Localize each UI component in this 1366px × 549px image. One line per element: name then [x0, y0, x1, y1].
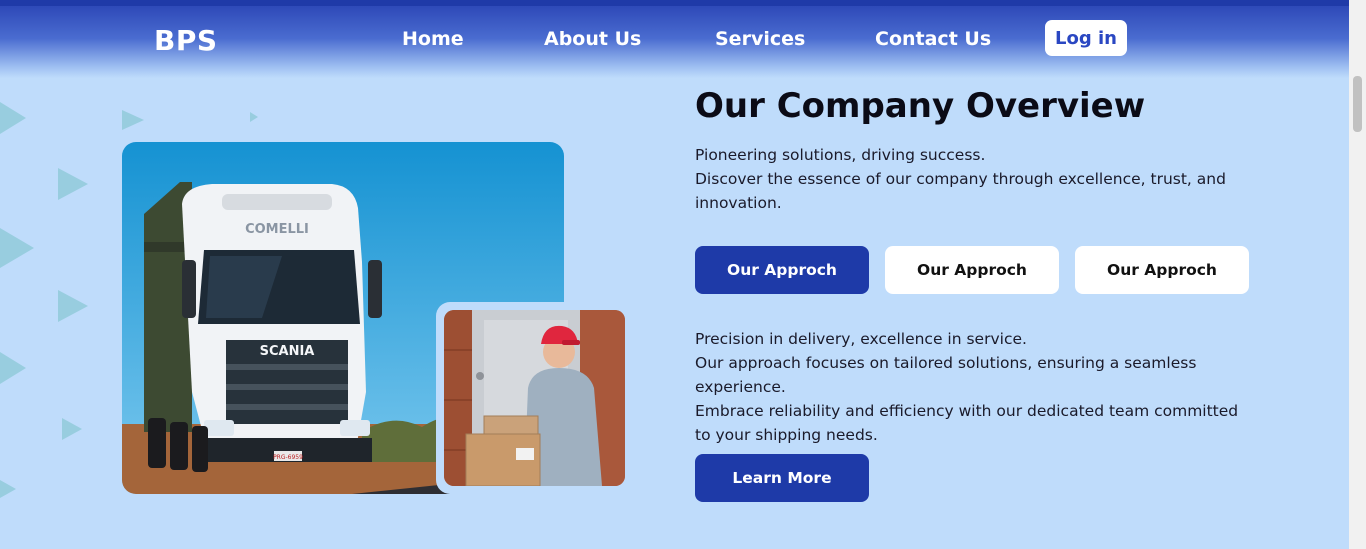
- truck-brand-label: SCANIA: [260, 344, 315, 359]
- decor-triangle: [0, 102, 26, 134]
- courier-photo: [444, 310, 625, 486]
- scrollbar-thumb[interactable]: [1353, 76, 1362, 132]
- approach-line: Our approach focuses on tailored solutio…: [695, 354, 1197, 396]
- tab-approach-1[interactable]: Our Approch: [695, 246, 869, 294]
- nav-home[interactable]: Home: [402, 28, 464, 50]
- decor-triangle: [122, 110, 144, 130]
- decor-triangle: [58, 290, 88, 322]
- page-scrollbar[interactable]: [1349, 0, 1366, 549]
- tab-approach-2[interactable]: Our Approch: [885, 246, 1059, 294]
- nav-contact-us[interactable]: Contact Us: [875, 28, 991, 50]
- learn-more-button[interactable]: Learn More: [695, 454, 869, 502]
- intro-text: Pioneering solutions, driving success. D…: [695, 143, 1255, 215]
- approach-text: Precision in delivery, excellence in ser…: [695, 327, 1255, 447]
- tab-approach-3[interactable]: Our Approch: [1075, 246, 1249, 294]
- intro-line: Discover the essence of our company thro…: [695, 170, 1226, 212]
- truck-cab-logo: COMELLI: [245, 222, 309, 237]
- decor-triangle: [62, 418, 82, 440]
- decor-triangle: [0, 352, 26, 384]
- approach-line: Precision in delivery, excellence in ser…: [695, 330, 1027, 348]
- site-header: BPS Home About Us Services Contact Us Lo…: [0, 6, 1349, 78]
- intro-line: Pioneering solutions, driving success.: [695, 146, 986, 164]
- decor-triangle: [58, 168, 88, 200]
- decor-triangle: [0, 228, 34, 268]
- nav-services[interactable]: Services: [715, 28, 805, 50]
- approach-line: Embrace reliability and efficiency with …: [695, 402, 1239, 444]
- decor-triangle: [0, 480, 16, 498]
- brand-logo[interactable]: BPS: [154, 24, 218, 57]
- page-title: Our Company Overview: [695, 86, 1146, 126]
- nav-about-us[interactable]: About Us: [544, 28, 641, 50]
- decor-triangle: [250, 112, 258, 122]
- truck-plate: PRG-6959: [273, 454, 303, 461]
- login-button[interactable]: Log in: [1045, 20, 1127, 56]
